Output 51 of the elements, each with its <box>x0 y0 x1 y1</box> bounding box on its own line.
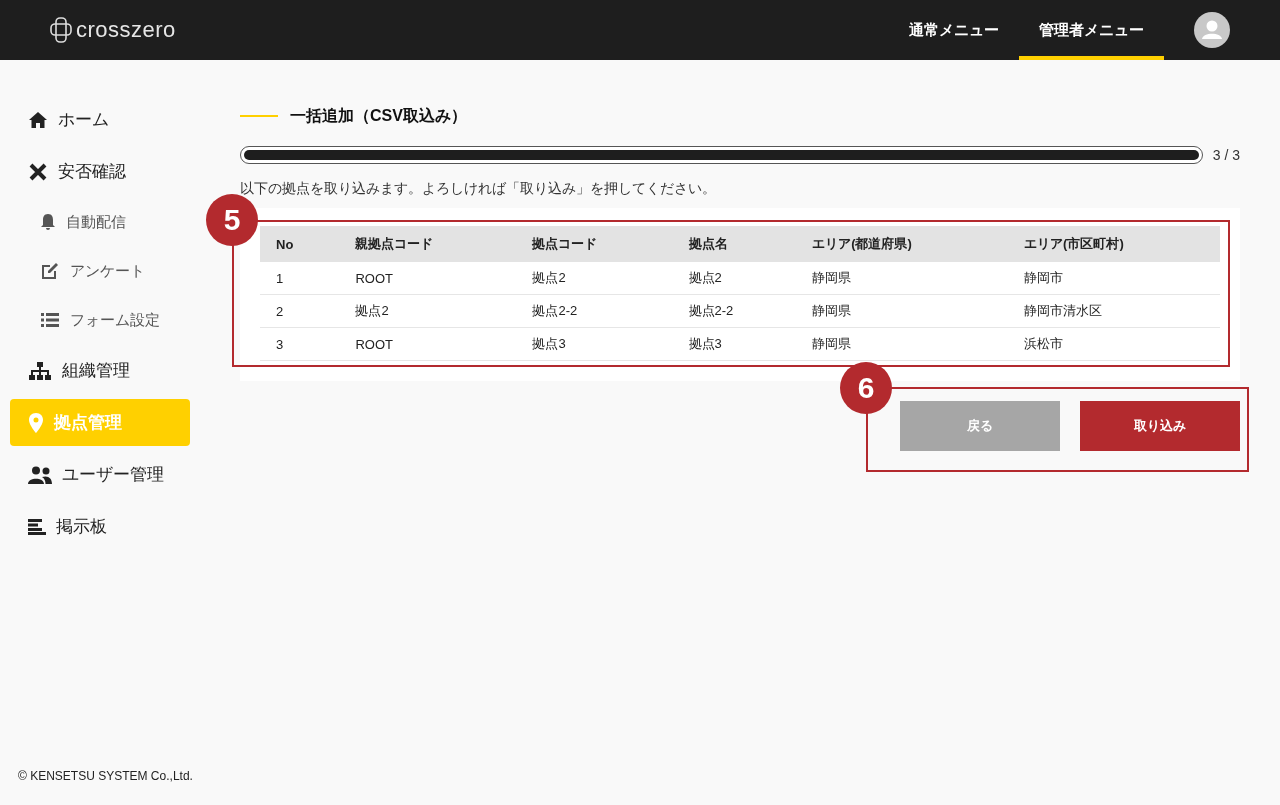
logo[interactable]: crosszero <box>50 17 176 43</box>
page-title: 一括追加（CSV取込み） <box>290 105 467 126</box>
progress-reading: 3 / 3 <box>1212 147 1240 163</box>
table-cell: 2 <box>260 294 340 328</box>
menu-tab[interactable]: 通常メニュー <box>889 0 1019 60</box>
column-header: エリア(市区町村) <box>1008 226 1220 262</box>
table-cell: 3 <box>260 327 340 361</box>
table-cell: 拠点2 <box>339 294 517 328</box>
sidebar-item[interactable]: 掲示板 <box>10 503 190 550</box>
column-header: 親拠点コード <box>339 226 517 262</box>
table-cell: 拠点2 <box>516 262 673 295</box>
sidebar-item[interactable]: フォーム設定 <box>10 298 190 342</box>
users-icon <box>28 465 52 484</box>
sidebar-item[interactable]: 組織管理 <box>10 347 190 394</box>
table-cell: 静岡市 <box>1008 262 1220 295</box>
logo-icon <box>50 17 72 43</box>
home-icon <box>28 110 48 129</box>
callout-badge: 6 <box>840 362 892 414</box>
table-cell: ROOT <box>339 327 517 361</box>
sidebar-item[interactable]: ユーザー管理 <box>10 451 190 498</box>
table-cell: ROOT <box>339 262 517 295</box>
org-chart-icon <box>28 360 52 381</box>
column-header: エリア(都道府県) <box>796 226 1009 262</box>
sidebar-item[interactable]: アンケート <box>10 249 190 293</box>
sidebar-item[interactable]: 自動配信 <box>10 200 190 244</box>
table-cell: 拠点2 <box>672 262 797 295</box>
table-cell: 静岡県 <box>796 294 1009 328</box>
table-cell: 1 <box>260 262 340 295</box>
import-button[interactable]: 取り込み <box>1080 401 1240 451</box>
text-lines-icon <box>28 518 46 535</box>
table-cell: 静岡県 <box>796 262 1009 295</box>
list-icon <box>40 312 60 328</box>
column-header: 拠点コード <box>516 226 673 262</box>
table-cell: 拠点3 <box>672 327 797 361</box>
sidebar-item[interactable]: 安否確認 <box>10 148 190 195</box>
table-cell: 拠点3 <box>516 327 673 361</box>
copyright-text: © KENSETSU SYSTEM Co.,Ltd. <box>18 769 193 783</box>
sidebar-item[interactable]: ホーム <box>10 96 190 143</box>
table-cell: 拠点2-2 <box>672 294 797 328</box>
bell-icon <box>40 213 56 231</box>
table-cell: 静岡市清水区 <box>1008 294 1220 328</box>
edit-icon <box>40 261 60 281</box>
table-cell: 静岡県 <box>796 327 1009 361</box>
column-header: 拠点名 <box>672 226 797 262</box>
title-accent-line <box>240 115 278 117</box>
callout-badge: 5 <box>206 194 258 246</box>
menu-tab[interactable]: 管理者メニュー <box>1019 0 1164 60</box>
table-cell: 拠点2-2 <box>516 294 673 328</box>
table-cell: 浜松市 <box>1008 327 1220 361</box>
location-pin-icon <box>28 412 44 433</box>
column-header: No <box>260 226 340 262</box>
